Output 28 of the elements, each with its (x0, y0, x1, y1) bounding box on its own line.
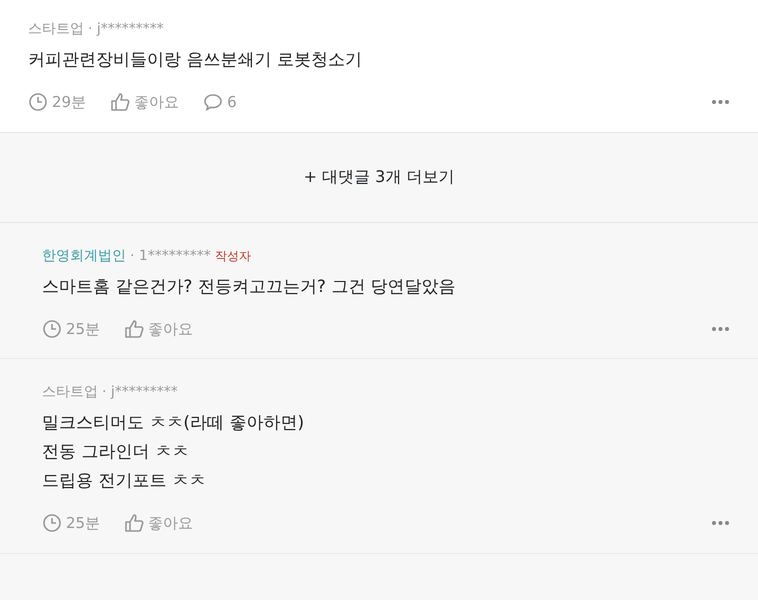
clock-icon (42, 513, 62, 534)
more-icon[interactable] (711, 99, 730, 106)
company-name: 스타트업 (42, 383, 98, 401)
company-name: 스타트업 (28, 20, 84, 38)
company-link[interactable]: 한영회계법인 (42, 246, 126, 264)
more-replies-button[interactable]: + 대댓글 3개 더보기 (304, 165, 454, 189)
user-id: · 1********* (130, 246, 211, 264)
reply-count-button[interactable]: 6 (203, 91, 237, 114)
more-icon[interactable] (711, 520, 730, 526)
time-label: 29분 (52, 92, 86, 113)
clock-icon (42, 318, 62, 339)
author-label: 작성자 (214, 248, 251, 264)
thumbs-up-icon (124, 318, 144, 339)
time-label: 25분 (66, 318, 100, 340)
like-button[interactable]: 좋아요 (110, 91, 180, 114)
like-button[interactable]: 좋아요 (124, 512, 194, 534)
speech-bubble-icon (203, 92, 224, 112)
comment-text: 밀크스티머도 ㅊㅊ(라떼 좋아하면) 전동 그라인더 ㅊㅊ 드립용 전기포트 ㅊㅊ (42, 412, 306, 493)
clock-icon (28, 92, 48, 112)
user-id: · j********* (88, 20, 164, 38)
user-id: · j********* (102, 383, 178, 401)
comment-text: 커피관련장비들이랑 음쓰분쇄기 로봇청소기 (28, 49, 363, 72)
like-button[interactable]: 좋아요 (124, 318, 194, 340)
time-label: 25분 (66, 513, 100, 534)
comment-text: 스마트홈 같은건가? 전등켜고끄는거? 그건 당연달았음 (42, 276, 457, 298)
more-icon[interactable] (711, 326, 730, 332)
thumbs-up-icon (110, 92, 130, 112)
thumbs-up-icon (124, 513, 144, 534)
